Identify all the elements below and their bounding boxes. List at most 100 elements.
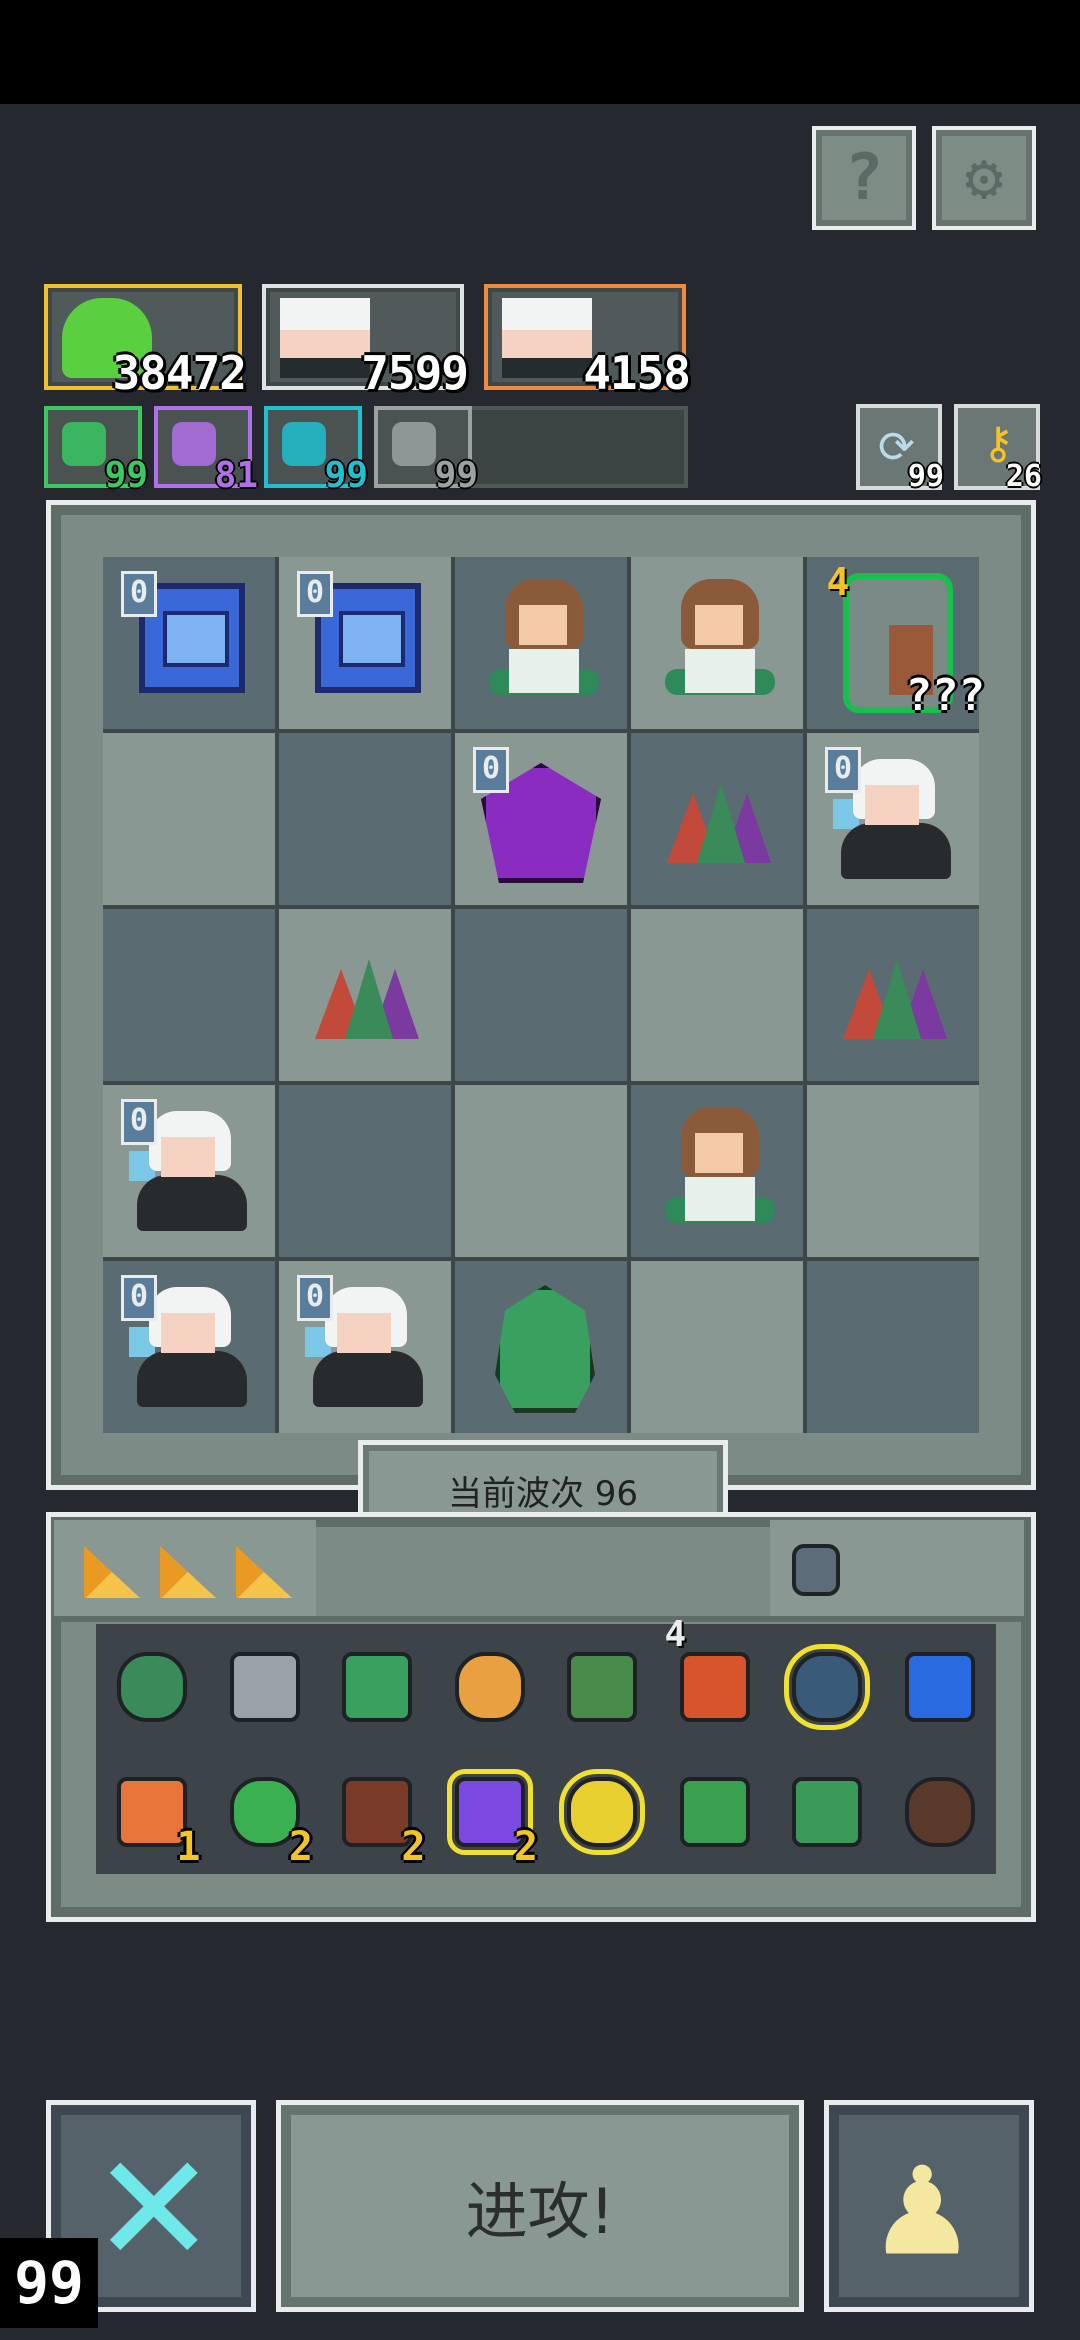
board-cell-empty[interactable] <box>103 733 275 905</box>
inventory-side <box>770 1520 1024 1616</box>
forest-girl-unit <box>665 1107 775 1231</box>
resource-value: 4158 <box>583 346 691 400</box>
stat-value: 81 <box>214 455 258 496</box>
piece-button[interactable]: ♟ <box>824 2100 1034 2312</box>
inventory-item[interactable] <box>546 1749 659 1874</box>
board-cell-chest[interactable]: 0 <box>279 557 451 729</box>
board-cell-witch[interactable]: 0 <box>807 733 979 905</box>
cheese-icon[interactable] <box>84 1546 140 1598</box>
resource-witch-b: 4158 <box>484 284 691 400</box>
spiral-icon <box>282 422 326 466</box>
board-cell-empty[interactable] <box>631 1261 803 1433</box>
attack-button[interactable]: 进攻! <box>276 2100 804 2312</box>
item-level: 4 <box>664 1614 687 1655</box>
board-cell-empty[interactable] <box>279 733 451 905</box>
inventory-item[interactable]: 2 <box>321 1749 434 1874</box>
board-cell-empty[interactable] <box>103 909 275 1081</box>
stat-lightning: 81 <box>154 406 258 496</box>
board-cell-witch[interactable]: 0 <box>279 1261 451 1433</box>
gear-icon: ⚙ <box>964 141 1004 215</box>
attack-label: 进攻! <box>465 2175 615 2248</box>
crystal-cluster-icon <box>843 959 947 1039</box>
board-cell-witch[interactable]: 0 <box>103 1085 275 1257</box>
board-cell-crystal[interactable] <box>279 909 451 1081</box>
board-cell-empty[interactable] <box>807 1261 979 1433</box>
item-count: 2 <box>513 1824 538 1870</box>
board-cell-empty[interactable] <box>455 1085 627 1257</box>
inventory-item[interactable] <box>321 1624 434 1749</box>
board-cell-empty[interactable] <box>807 1085 979 1257</box>
board-cell-dragon[interactable]: 0 <box>455 733 627 905</box>
help-button[interactable]: ? <box>812 126 916 230</box>
inventory-item[interactable] <box>209 1624 322 1749</box>
board-cell-knight[interactable] <box>455 1261 627 1433</box>
question-icon: ? <box>844 141 884 215</box>
unit-level: 0 <box>121 571 157 617</box>
goblet-icon <box>559 1768 646 1855</box>
board-cell-armor[interactable]: 4??? <box>807 557 985 729</box>
board-cell-witch[interactable]: 0 <box>103 1261 275 1433</box>
board-cell-crystal[interactable] <box>807 909 979 1081</box>
inventory-tabs <box>54 1520 316 1616</box>
spike-trap-icon <box>784 1643 871 1730</box>
inventory-item[interactable] <box>771 1624 884 1749</box>
stat-value: 99 <box>434 455 478 496</box>
stat-seed: 99 <box>44 406 148 496</box>
seed-icon <box>62 422 106 466</box>
witch-portrait-icon <box>502 298 592 378</box>
inventory-item[interactable] <box>546 1624 659 1749</box>
unit-level: 4 <box>826 560 850 604</box>
turtle-shell-icon <box>117 1651 188 1722</box>
inventory-item[interactable]: 2 <box>434 1749 547 1874</box>
scroll-icon <box>679 1651 750 1722</box>
unknown-label: ??? <box>905 670 985 721</box>
inventory-item[interactable] <box>96 1624 209 1749</box>
resource-value: 7599 <box>361 346 469 400</box>
cheese-icon[interactable] <box>160 1546 216 1598</box>
unit-level: 0 <box>825 747 861 793</box>
bag-icon[interactable] <box>792 1544 840 1596</box>
forest-girl-unit <box>665 579 775 703</box>
wave-label: 当前波次 96 <box>447 1473 639 1514</box>
unit-level: 0 <box>297 1275 333 1321</box>
inventory-item[interactable]: 2 <box>209 1749 322 1874</box>
inventory-item[interactable] <box>884 1749 997 1874</box>
board-cell-empty[interactable] <box>279 1085 451 1257</box>
inventory-item[interactable]: 1 <box>96 1749 209 1874</box>
inventory-item[interactable]: 4 <box>659 1614 772 1749</box>
speed-counter: 99 <box>0 2238 98 2328</box>
refresh-counter[interactable]: ⟳ 99 <box>856 404 944 494</box>
key-counter[interactable]: ⚷ 26 <box>954 404 1042 494</box>
resource-value: 38472 <box>112 346 247 400</box>
stat-gun: 99 <box>374 406 478 496</box>
inventory-item[interactable] <box>434 1624 547 1749</box>
cheese-icon[interactable] <box>236 1546 292 1598</box>
resource-witch-a: 7599 <box>262 284 469 400</box>
rock-crystal-icon <box>904 1776 975 1847</box>
board-grid: 0 0 4??? 0 0 0 0 0 <box>103 557 985 1433</box>
board-cell-crystal[interactable] <box>631 733 803 905</box>
chest-mimic-icon <box>792 1776 863 1847</box>
green-knight-unit <box>495 1285 595 1413</box>
leaf-blade-icon <box>679 1776 750 1847</box>
item-count: 2 <box>401 1824 426 1870</box>
unit-level: 0 <box>297 571 333 617</box>
board-cell-chest[interactable]: 0 <box>103 557 275 729</box>
hammer-icon <box>229 1651 300 1722</box>
unit-level: 0 <box>121 1099 157 1145</box>
board-cell-girl[interactable] <box>631 1085 803 1257</box>
settings-button[interactable]: ⚙ <box>932 126 1036 230</box>
inventory-item[interactable] <box>884 1624 997 1749</box>
pawn-icon: ♟ <box>877 2116 968 2290</box>
game-board: 0 0 4??? 0 0 0 0 0 <box>46 500 1036 1490</box>
stat-spiral: 99 <box>264 406 368 496</box>
board-cell-girl[interactable] <box>455 557 627 729</box>
board-cell-girl[interactable] <box>631 557 803 729</box>
board-cell-empty[interactable] <box>455 909 627 1081</box>
board-cell-empty[interactable] <box>631 909 803 1081</box>
inventory-item[interactable] <box>771 1749 884 1874</box>
inventory-grid: 4 1 2 2 2 <box>96 1614 997 1874</box>
gun-icon <box>392 422 436 466</box>
arrow-icon <box>567 1651 638 1722</box>
inventory-item[interactable] <box>659 1749 772 1874</box>
